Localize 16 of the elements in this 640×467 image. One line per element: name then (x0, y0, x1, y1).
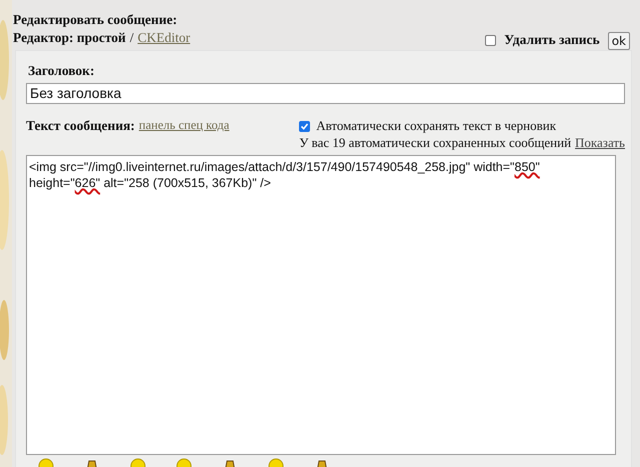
autosave-checkbox[interactable] (299, 120, 310, 132)
delete-label: Удалить запись (504, 32, 600, 48)
subject-label: Заголовок: (27, 63, 96, 79)
ok-button[interactable]: ok (608, 32, 630, 50)
message-label: Текст сообщения: (26, 118, 135, 134)
page-title: Редактировать сообщение: (13, 12, 178, 28)
autosave-label: Автоматически сохранять текст в черновик (316, 118, 556, 134)
subject-field[interactable]: Без заголовка (26, 83, 625, 104)
separator: / (130, 30, 134, 46)
message-field[interactable]: <img src="//img0.liveinternet.ru/images/attach/d/3/157/490/157490548_258.jpg" width="850" height="626" alt="258 (700x515, 367Kb)" /> (26, 155, 616, 455)
editor-label: Редактор: простой (13, 30, 126, 46)
drafts-note: У вас 19 автоматически сохраненных сообщений (299, 135, 572, 151)
show-drafts-link[interactable]: Показать (575, 135, 625, 151)
editor-link[interactable]: CKEditor (138, 30, 190, 46)
code-panel-link[interactable]: панель спец кода (138, 118, 230, 133)
delete-checkbox[interactable] (485, 35, 496, 46)
